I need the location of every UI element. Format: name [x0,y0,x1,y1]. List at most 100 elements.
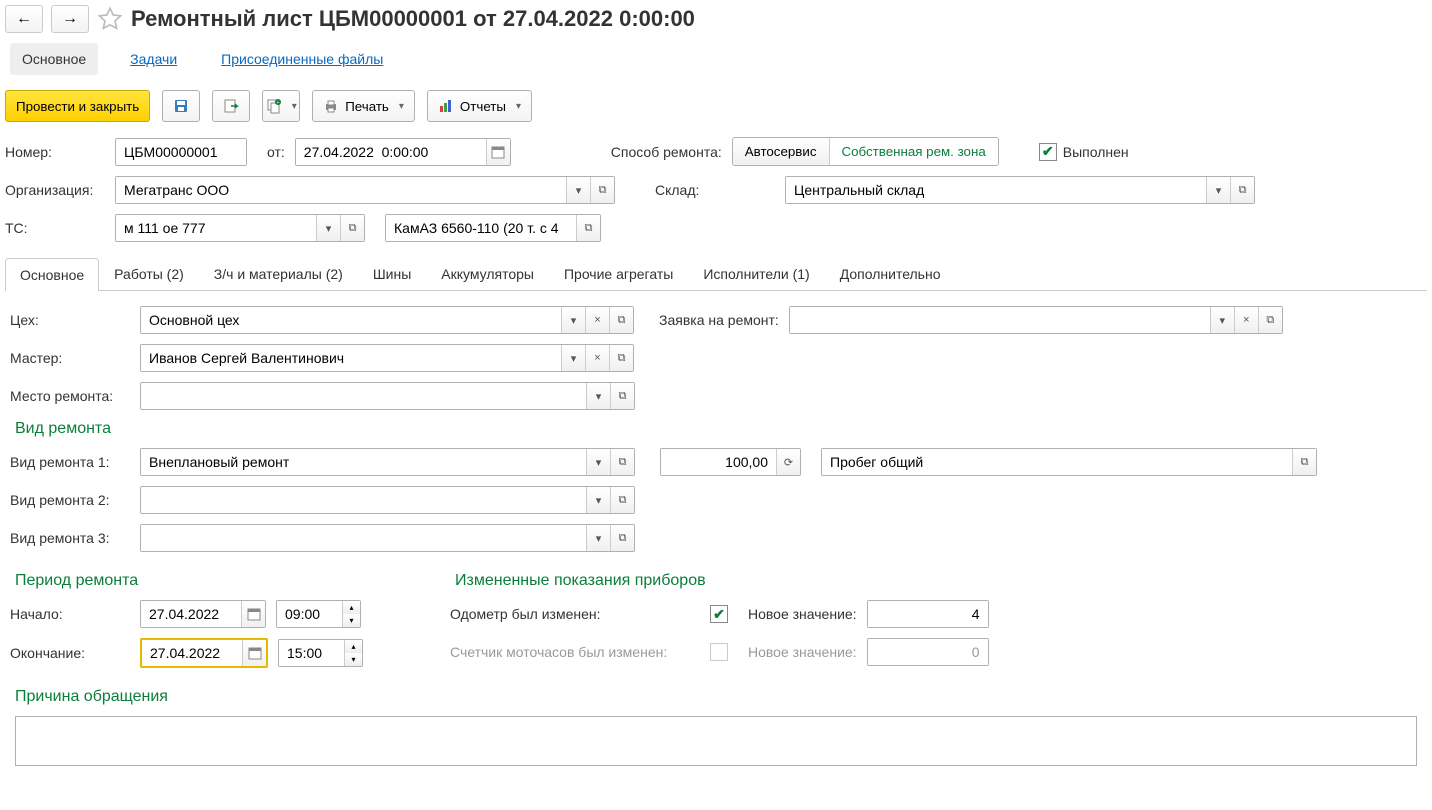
open-icon[interactable]: ⧉ [609,345,633,371]
save-button[interactable] [162,90,200,122]
open-icon[interactable]: ⧉ [610,383,634,409]
open-icon[interactable]: ⧉ [1258,307,1282,333]
repair-type1-label: Вид ремонта 1: [10,454,130,470]
clear-icon[interactable]: × [585,307,609,333]
spin-down[interactable]: ▾ [344,653,362,666]
open-icon[interactable]: ⧉ [609,307,633,333]
shop-label: Цех: [10,312,130,328]
page-title: Ремонтный лист ЦБМ00000001 от 27.04.2022… [131,6,695,32]
end-label: Окончание: [10,645,130,661]
back-button[interactable]: ← [5,5,43,33]
open-icon[interactable]: ⧉ [340,215,364,241]
end-date-field[interactable] [140,638,268,668]
odometer-value-field[interactable]: ⟳ [660,448,801,476]
copy-button[interactable]: + [262,90,300,122]
tab-tasks[interactable]: Задачи [118,43,189,75]
new-motohours-field[interactable] [867,638,989,666]
dropdown-icon[interactable]: ▾ [586,487,610,513]
tab-files[interactable]: Присоединенные файлы [209,43,395,75]
new-value-label: Новое значение: [748,606,857,622]
dropdown-icon[interactable]: ▾ [1210,307,1234,333]
open-icon[interactable]: ⧉ [610,525,634,551]
reason-section: Причина обращения [15,688,1422,706]
calendar-icon[interactable] [241,601,265,627]
start-label: Начало: [10,606,130,622]
tab-workers[interactable]: Исполнители (1) [688,257,824,290]
spin-up[interactable]: ▴ [342,601,360,614]
print-button[interactable]: Печать [312,90,415,122]
repair-type3-field[interactable]: ▾ ⧉ [140,524,635,552]
start-time-field[interactable]: ▴▾ [276,600,361,628]
calendar-icon[interactable] [242,640,266,666]
dropdown-icon[interactable]: ▾ [316,215,340,241]
motohours-changed-label: Счетчик моточасов был изменен: [450,644,700,660]
mileage-type-field[interactable]: ⧉ [821,448,1317,476]
dropdown-icon[interactable]: ▾ [586,525,610,551]
end-time-field[interactable]: ▴▾ [278,639,363,667]
reason-textarea[interactable] [15,716,1417,766]
clear-icon[interactable]: × [1234,307,1258,333]
tab-tires[interactable]: Шины [358,257,426,290]
clear-icon[interactable]: × [585,345,609,371]
master-label: Мастер: [10,350,130,366]
top-nav-tabs: Основное Задачи Присоединенные файлы [5,43,1427,75]
new-odometer-field[interactable] [867,600,989,628]
odometer-changed-checkbox[interactable]: ✔ [710,605,728,623]
dropdown-icon[interactable]: ▾ [561,307,585,333]
warehouse-field[interactable]: ▾ ⧉ [785,176,1255,204]
reports-button[interactable]: Отчеты [427,90,532,122]
dropdown-icon[interactable]: ▾ [586,383,610,409]
open-icon[interactable]: ⧉ [610,487,634,513]
tab-parts[interactable]: З/ч и материалы (2) [199,257,358,290]
dropdown-icon[interactable]: ▾ [566,177,590,203]
method-label: Способ ремонта: [611,144,722,160]
date-field[interactable] [295,138,511,166]
calendar-icon[interactable] [486,139,510,165]
spin-down[interactable]: ▾ [342,614,360,627]
open-icon[interactable]: ⧉ [576,215,600,241]
tab-works[interactable]: Работы (2) [99,257,199,290]
done-checkbox[interactable]: ✔ Выполнен [1039,143,1129,161]
changed-readings-section: Измененные показания приборов [455,572,989,590]
tab-main-top[interactable]: Основное [10,43,98,75]
method-autoservice[interactable]: Автосервис [733,138,830,165]
repair-place-label: Место ремонта: [10,388,130,404]
tab-extra[interactable]: Дополнительно [825,257,956,290]
open-icon[interactable]: ⧉ [1230,177,1254,203]
start-date-field[interactable] [140,600,266,628]
number-label: Номер: [5,144,105,160]
shop-field[interactable]: ▾ × ⧉ [140,306,634,334]
open-icon[interactable]: ⧉ [1292,449,1316,475]
dropdown-icon[interactable]: ▾ [561,345,585,371]
dropdown-icon[interactable]: ▾ [586,449,610,475]
tab-batteries[interactable]: Аккумуляторы [426,257,549,290]
ts-model-field[interactable]: ⧉ [385,214,601,242]
tab-units[interactable]: Прочие агрегаты [549,257,688,290]
ts-plate-field[interactable]: ▾ ⧉ [115,214,365,242]
method-own-zone[interactable]: Собственная рем. зона [830,138,998,165]
repair-type1-field[interactable]: ▾ ⧉ [140,448,635,476]
repair-request-label: Заявка на ремонт: [659,312,779,328]
new-value-label-2: Новое значение: [748,644,857,660]
forward-button[interactable]: → [51,5,89,33]
master-field[interactable]: ▾ × ⧉ [140,344,634,372]
repair-type2-field[interactable]: ▾ ⧉ [140,486,635,514]
repair-request-field[interactable]: ▾ × ⧉ [789,306,1283,334]
process-button[interactable] [212,90,250,122]
number-field[interactable] [115,138,247,166]
detail-tabs: Основное Работы (2) З/ч и материалы (2) … [5,257,1427,291]
motohours-changed-checkbox[interactable] [710,643,728,661]
repair-method-toggle: Автосервис Собственная рем. зона [732,137,999,166]
org-label: Организация: [5,182,105,198]
submit-close-button[interactable]: Провести и закрыть [5,90,150,122]
org-field[interactable]: ▾ ⧉ [115,176,615,204]
dropdown-icon[interactable]: ▾ [1206,177,1230,203]
star-icon[interactable] [97,6,123,32]
repair-place-field[interactable]: ▾ ⧉ [140,382,635,410]
toolbar: Провести и закрыть + Печать Отчеты [5,90,1427,122]
spin-up[interactable]: ▴ [344,640,362,653]
refresh-icon[interactable]: ⟳ [776,449,800,475]
open-icon[interactable]: ⧉ [610,449,634,475]
tab-main[interactable]: Основное [5,258,99,291]
open-icon[interactable]: ⧉ [590,177,614,203]
